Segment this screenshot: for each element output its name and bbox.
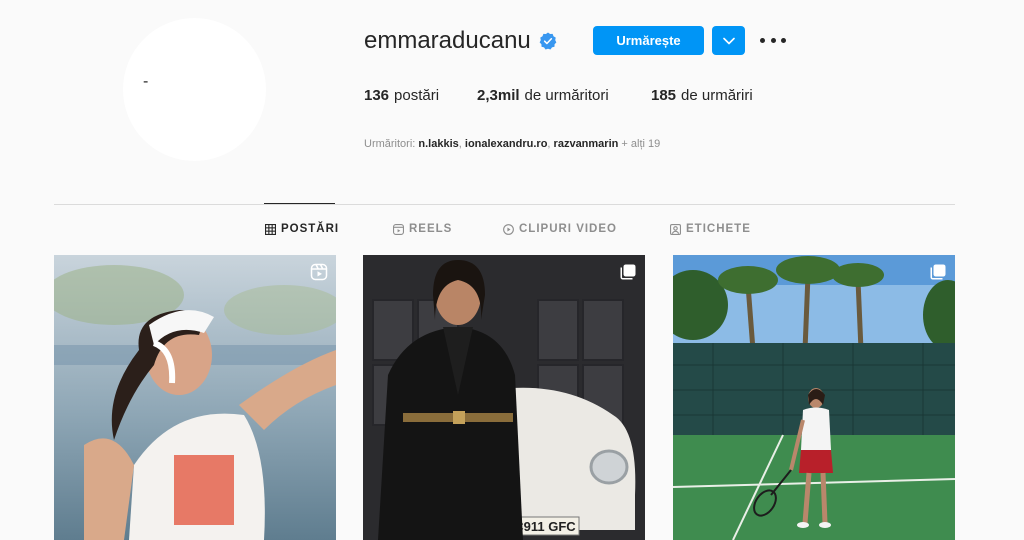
posts-count: 136: [364, 87, 390, 104]
follower-name[interactable]: razvanmarin: [554, 138, 619, 150]
grid-icon: [265, 223, 276, 235]
followed-by[interactable]: Urmăritori: n.lakkis, ionalexandru.ro, r…: [364, 138, 660, 150]
verified-badge-icon: [539, 32, 557, 50]
tab-videos[interactable]: CLIPURI VIDEO: [503, 223, 617, 235]
followed-by-prefix: Urmăritori:: [364, 138, 416, 150]
tabs-divider: [54, 204, 955, 205]
tab-label: REELS: [409, 223, 453, 235]
followed-by-suffix: + alți 19: [621, 138, 661, 150]
tab-label: ETICHETE: [686, 223, 751, 235]
profile-username: emmaraducanu: [364, 27, 531, 54]
post-image: [673, 255, 955, 540]
post-image: [54, 255, 336, 540]
tab-posts[interactable]: POSTĂRI: [265, 223, 339, 235]
tagged-icon: [670, 223, 681, 235]
avatar-alt-text: -: [143, 73, 149, 90]
tab-tagged[interactable]: ETICHETE: [670, 223, 751, 235]
following-link[interactable]: 185 de urmăriri: [651, 87, 753, 104]
follow-button[interactable]: Urmărește: [593, 26, 704, 55]
tab-label: POSTĂRI: [281, 223, 340, 235]
tab-label: CLIPURI VIDEO: [519, 223, 617, 235]
follower-name[interactable]: n.lakkis: [418, 138, 458, 150]
post-thumbnail[interactable]: [673, 255, 955, 540]
followers-count: 2,3mil: [477, 87, 520, 104]
post-thumbnail[interactable]: C911 GFC: [363, 255, 645, 540]
posts-stat: 136 postări: [364, 87, 477, 104]
reels-icon: [393, 223, 404, 235]
svg-text:C911 GFC: C911 GFC: [514, 519, 576, 534]
carousel-badge-icon: [930, 264, 946, 280]
followers-label: de urmăritori: [524, 87, 609, 104]
suggested-dropdown-button[interactable]: [712, 26, 745, 55]
following-count: 185: [651, 87, 677, 104]
play-icon: [503, 223, 514, 235]
active-tab-indicator: [264, 203, 335, 204]
posts-label: postări: [394, 87, 440, 104]
tab-reels[interactable]: REELS: [393, 223, 452, 235]
followers-link[interactable]: 2,3mil de urmăritori: [477, 87, 651, 104]
post-image: C911 GFC: [363, 255, 645, 540]
username-row: emmaraducanu: [364, 26, 557, 56]
reel-badge-icon: [310, 263, 328, 281]
following-label: de urmăriri: [681, 87, 753, 104]
post-thumbnail[interactable]: [54, 255, 336, 540]
chevron-down-icon: [722, 37, 735, 44]
profile-avatar[interactable]: -: [123, 18, 266, 161]
follower-name[interactable]: ionalexandru.ro: [465, 138, 548, 150]
profile-stats: 136 postări 2,3mil de urmăritori 185 de …: [364, 87, 753, 104]
more-options-icon[interactable]: [760, 30, 786, 50]
carousel-badge-icon: [620, 264, 636, 280]
